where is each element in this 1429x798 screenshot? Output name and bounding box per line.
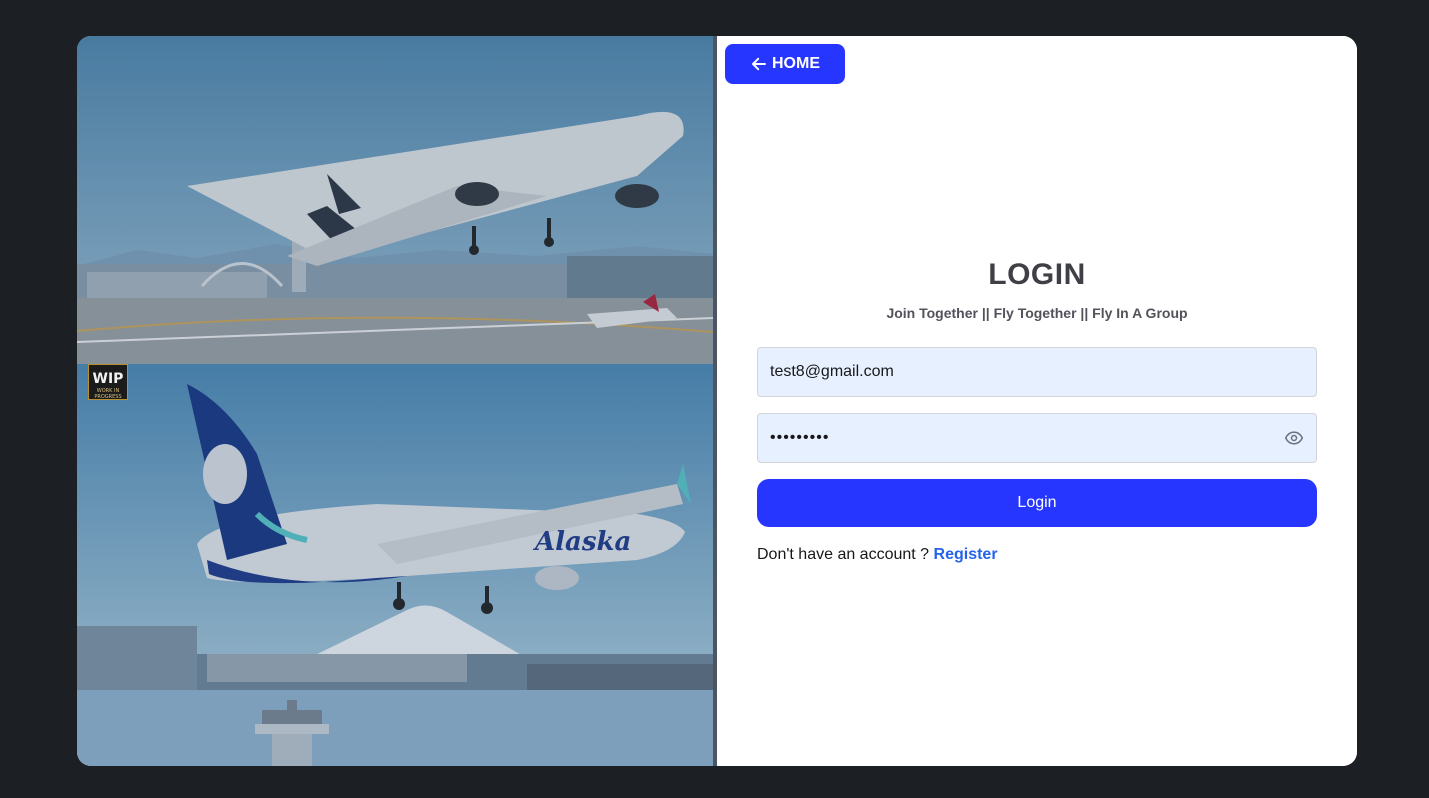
login-panel: HOME LOGIN Join Together || Fly Together… xyxy=(717,36,1357,766)
wip-badge-main: WIP xyxy=(92,371,124,387)
register-prompt: Don't have an account ? xyxy=(757,546,930,563)
arrow-left-icon xyxy=(752,57,766,71)
email-field[interactable] xyxy=(757,347,1317,397)
gallery-photo-takeoff xyxy=(77,36,713,364)
password-input[interactable]: ••••••••• xyxy=(770,429,1284,447)
register-prompt-line: Don't have an account ? Register xyxy=(757,546,998,564)
login-card: Alaska WIP WORK IN PROGRESS HOME LOGIN J… xyxy=(77,36,1357,766)
gallery-photo-alaska: Alaska xyxy=(77,364,713,690)
aircraft-gallery: Alaska WIP WORK IN PROGRESS xyxy=(77,36,713,766)
password-field[interactable]: ••••••••• xyxy=(757,413,1317,463)
home-button[interactable]: HOME xyxy=(725,44,845,84)
tagline: Join Together || Fly Together || Fly In … xyxy=(886,305,1188,321)
wip-badge: WIP WORK IN PROGRESS xyxy=(88,364,128,400)
gallery-photo-tower xyxy=(77,690,713,766)
home-button-label: HOME xyxy=(772,55,820,72)
register-link[interactable]: Register xyxy=(934,546,998,563)
wip-badge-sub: WORK IN PROGRESS xyxy=(94,388,122,400)
eye-icon[interactable] xyxy=(1284,428,1304,448)
page-title: LOGIN xyxy=(988,258,1086,291)
email-input[interactable] xyxy=(770,363,1304,381)
login-button[interactable]: Login xyxy=(757,479,1317,527)
